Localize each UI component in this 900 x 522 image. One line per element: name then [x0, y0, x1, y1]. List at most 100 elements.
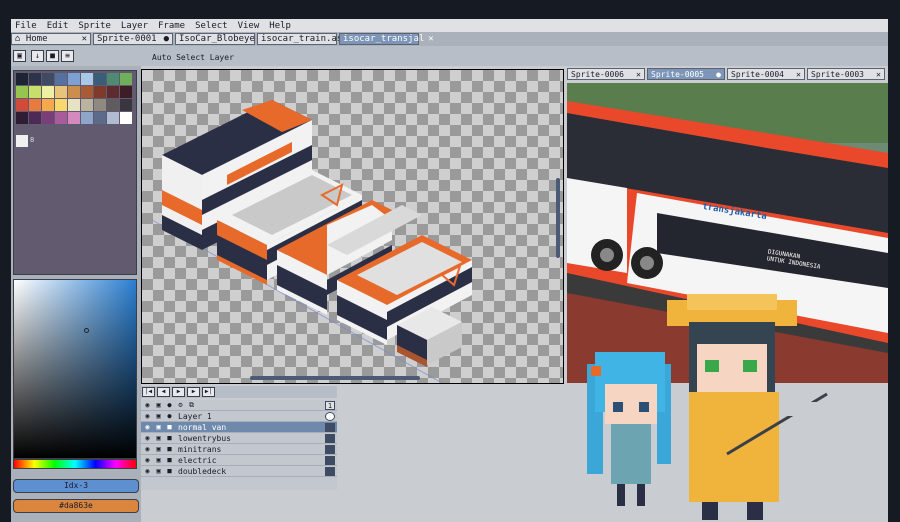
- palette-swatch[interactable]: [107, 112, 119, 124]
- palette-swatch[interactable]: [16, 112, 28, 124]
- palette-swatch[interactable]: [94, 99, 106, 111]
- menu-help[interactable]: Help: [269, 21, 291, 31]
- layer-row[interactable]: ◉ ▣ ■ normal van: [141, 422, 337, 433]
- layer-cel[interactable]: [325, 412, 335, 421]
- layer-cel[interactable]: [325, 467, 335, 476]
- layer-row[interactable]: ◉ ▣ ■ doubledeck: [141, 466, 337, 477]
- lock-icon[interactable]: ▣: [154, 445, 163, 453]
- down-arrow-icon[interactable]: ↓: [31, 50, 44, 62]
- palette-swatch[interactable]: [55, 73, 67, 85]
- menu-file[interactable]: File: [15, 21, 37, 31]
- palette-swatch[interactable]: [16, 73, 28, 85]
- canvas-vertical-scrollbar[interactable]: [556, 178, 560, 258]
- palette-swatch[interactable]: [29, 112, 41, 124]
- close-icon[interactable]: ✕: [82, 34, 87, 44]
- eye-icon[interactable]: ◉: [143, 445, 152, 453]
- unsaved-dot-icon[interactable]: ●: [716, 70, 721, 79]
- tab-sprite-0005[interactable]: Sprite-0005 ●: [647, 68, 725, 80]
- layer-cel[interactable]: [325, 434, 335, 443]
- lock-icon[interactable]: ▣: [13, 50, 26, 62]
- palette-swatch[interactable]: [29, 99, 41, 111]
- layer-row[interactable]: ◉ ▣ ● Layer 1: [141, 411, 337, 422]
- tab-isocar-train[interactable]: isocar_train.as ✕: [257, 33, 352, 45]
- palette-swatch[interactable]: [42, 73, 54, 85]
- layers-icon[interactable]: ⧉: [187, 401, 196, 410]
- square-icon[interactable]: ■: [46, 50, 59, 62]
- palette-swatch[interactable]: [120, 99, 132, 111]
- palette-swatch[interactable]: [42, 99, 54, 111]
- palette-swatch[interactable]: [29, 73, 41, 85]
- palette-swatch[interactable]: [42, 112, 54, 124]
- tab-sprite-0006[interactable]: Sprite-0006 ✕: [567, 68, 645, 80]
- link-icon[interactable]: ●: [165, 401, 174, 409]
- palette-swatch[interactable]: [55, 112, 67, 124]
- tab-sprite-0001[interactable]: Sprite-0001 ●: [93, 33, 173, 45]
- settings-icon[interactable]: ⚙: [176, 401, 185, 409]
- layer-row[interactable]: ◉ ▣ ■ lowentrybus: [141, 433, 337, 444]
- palette-swatch[interactable]: [120, 112, 132, 124]
- eye-icon[interactable]: ◉: [143, 412, 152, 420]
- close-icon[interactable]: ✕: [636, 70, 641, 79]
- eye-icon[interactable]: ◉: [143, 456, 152, 464]
- next-frame-button[interactable]: ▶: [187, 387, 200, 397]
- color-cursor[interactable]: [84, 328, 89, 333]
- unsaved-dot-icon[interactable]: ●: [164, 34, 169, 44]
- prev-frame-button[interactable]: ◀: [157, 387, 170, 397]
- palette-swatch[interactable]: [94, 73, 106, 85]
- hue-slider[interactable]: [13, 459, 137, 469]
- lock-icon[interactable]: ▣: [154, 412, 163, 420]
- close-icon[interactable]: ✕: [428, 34, 433, 44]
- tab-sprite-0003[interactable]: Sprite-0003 ✕: [807, 68, 885, 80]
- color-picker[interactable]: [13, 279, 137, 459]
- palette-swatch[interactable]: [107, 99, 119, 111]
- tab-sprite-0004[interactable]: Sprite-0004 ✕: [727, 68, 805, 80]
- link-icon[interactable]: ●: [165, 412, 174, 420]
- close-icon[interactable]: ✕: [796, 70, 801, 79]
- palette-swatch[interactable]: [68, 99, 80, 111]
- palette-swatch[interactable]: [107, 86, 119, 98]
- palette-swatch[interactable]: [81, 86, 93, 98]
- last-frame-button[interactable]: ▶|: [202, 387, 215, 397]
- primary-color-label[interactable]: Idx-3: [13, 479, 139, 493]
- palette-swatch[interactable]: [55, 99, 67, 111]
- eye-icon[interactable]: ◉: [143, 467, 152, 475]
- layer-cel[interactable]: [325, 423, 335, 432]
- secondary-color-label[interactable]: #da863e: [13, 499, 139, 513]
- palette-swatch[interactable]: [94, 86, 106, 98]
- auto-select-layer-label[interactable]: Auto Select Layer: [152, 53, 234, 62]
- layer-row[interactable]: ◉ ▣ ■ electric: [141, 455, 337, 466]
- palette-swatch[interactable]: [42, 86, 54, 98]
- palette-swatch[interactable]: [120, 86, 132, 98]
- palette-swatch[interactable]: [55, 86, 67, 98]
- eye-icon[interactable]: ◉: [143, 423, 152, 431]
- close-icon[interactable]: ✕: [876, 70, 881, 79]
- tab-home[interactable]: ⌂ Home ✕: [11, 33, 91, 45]
- layer-cel[interactable]: [325, 445, 335, 454]
- palette-swatch[interactable]: [120, 73, 132, 85]
- tab-isocar-blobeye[interactable]: IsoCar_Blobeye ✕: [175, 33, 264, 45]
- palette-swatch[interactable]: [94, 112, 106, 124]
- sprite-canvas[interactable]: [141, 69, 564, 384]
- eye-icon[interactable]: ◉: [143, 401, 152, 409]
- menu-view[interactable]: View: [238, 21, 260, 31]
- menu-layer[interactable]: Layer: [121, 21, 148, 31]
- palette-swatch[interactable]: [68, 112, 80, 124]
- palette-swatch[interactable]: [16, 99, 28, 111]
- eye-icon[interactable]: ◉: [143, 434, 152, 442]
- palette-swatch[interactable]: [29, 86, 41, 98]
- lock-icon[interactable]: ▣: [154, 401, 163, 409]
- layer-row[interactable]: ◉ ▣ ■ minitrans: [141, 444, 337, 455]
- palette-swatch[interactable]: [107, 73, 119, 85]
- canvas-horizontal-scrollbar[interactable]: [250, 376, 420, 380]
- palette-swatch[interactable]: [68, 73, 80, 85]
- lock-icon[interactable]: ▣: [154, 423, 163, 431]
- tab-isocar-transjal[interactable]: isocar_transjal ✕: [339, 33, 434, 45]
- lock-icon[interactable]: ▣: [154, 467, 163, 475]
- lines-icon[interactable]: ≡: [61, 50, 74, 62]
- layer-cel[interactable]: [325, 456, 335, 465]
- lock-icon[interactable]: ▣: [154, 456, 163, 464]
- lock-icon[interactable]: ▣: [154, 434, 163, 442]
- menu-sprite[interactable]: Sprite: [78, 21, 111, 31]
- palette-swatch[interactable]: [81, 112, 93, 124]
- palette-swatch[interactable]: [81, 99, 93, 111]
